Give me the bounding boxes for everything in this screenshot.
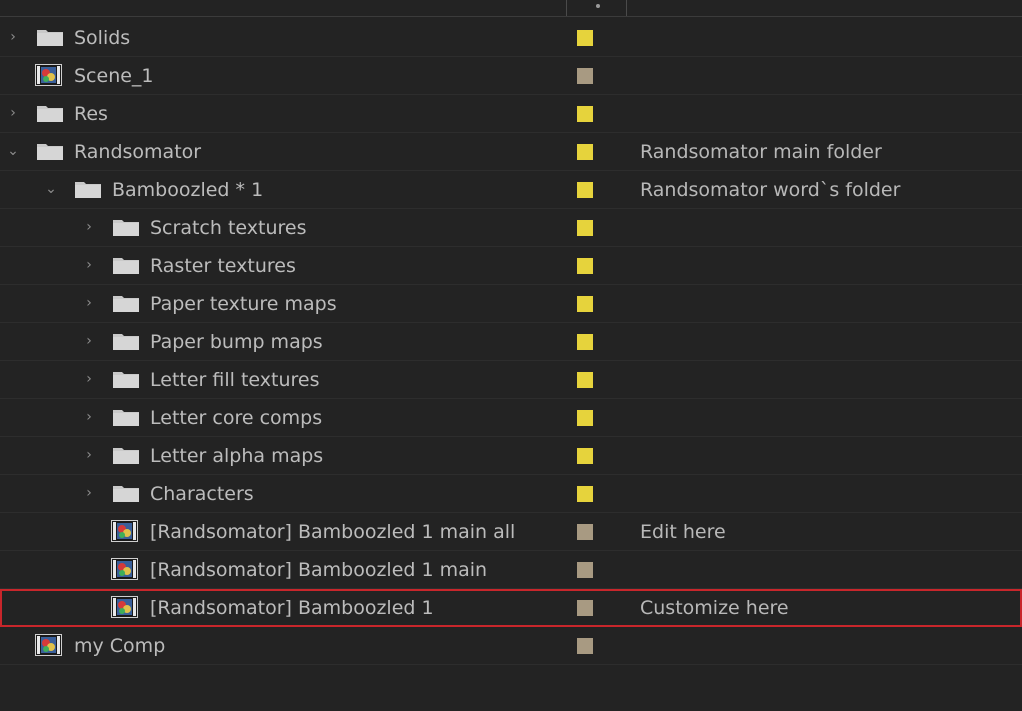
- folder-icon: [36, 104, 64, 123]
- label-color-swatch[interactable]: [577, 372, 593, 388]
- folder-row[interactable]: › Letter fill textures: [0, 361, 1022, 399]
- item-name[interactable]: Solids: [74, 26, 130, 50]
- folder-row[interactable]: › Solids: [0, 19, 1022, 57]
- folder-icon: [112, 256, 140, 275]
- item-name[interactable]: [Randsomator] Bamboozled 1: [150, 596, 434, 620]
- folder-row[interactable]: ⌄ Randsomator Randsomator main folder: [0, 133, 1022, 171]
- composition-row[interactable]: [Randsomator] Bamboozled 1 main: [0, 551, 1022, 589]
- folder-icon: [112, 294, 140, 313]
- item-comment[interactable]: Randsomator main folder: [640, 140, 882, 164]
- chevron-right-icon[interactable]: ›: [6, 28, 20, 46]
- item-comment[interactable]: Customize here: [640, 596, 789, 620]
- item-name[interactable]: Scratch textures: [150, 216, 306, 240]
- label-color-swatch[interactable]: [577, 410, 593, 426]
- item-name[interactable]: [Randsomator] Bamboozled 1 main all: [150, 520, 515, 544]
- composition-icon: [35, 634, 62, 656]
- folder-row[interactable]: › Letter alpha maps: [0, 437, 1022, 475]
- label-color-swatch[interactable]: [577, 106, 593, 122]
- item-comment[interactable]: Randsomator word`s folder: [640, 178, 900, 202]
- chevron-right-icon[interactable]: ›: [82, 256, 96, 274]
- project-panel: › Solids Scene_1 › Res ⌄ Randsomator Randsomato…: [0, 0, 1022, 711]
- item-name[interactable]: Letter core comps: [150, 406, 322, 430]
- item-name[interactable]: Bamboozled * 1: [112, 178, 263, 202]
- folder-icon: [74, 180, 102, 199]
- chevron-right-icon[interactable]: ›: [82, 332, 96, 350]
- chevron-right-icon[interactable]: ›: [82, 370, 96, 388]
- folder-icon: [112, 484, 140, 503]
- folder-icon: [112, 408, 140, 427]
- label-color-swatch[interactable]: [577, 144, 593, 160]
- label-color-swatch[interactable]: [577, 524, 593, 540]
- label-color-swatch[interactable]: [577, 258, 593, 274]
- label-color-swatch[interactable]: [577, 182, 593, 198]
- project-items-list: › Solids Scene_1 › Res ⌄ Randsomator Randsomato…: [0, 19, 1022, 665]
- chevron-right-icon[interactable]: ›: [82, 294, 96, 312]
- item-name[interactable]: my Comp: [74, 634, 165, 658]
- composition-row[interactable]: [Randsomator] Bamboozled 1 main all Edit …: [0, 513, 1022, 551]
- composition-icon: [35, 64, 62, 86]
- item-name[interactable]: Paper texture maps: [150, 292, 337, 316]
- folder-row[interactable]: ⌄ Bamboozled * 1 Randsomator word`s folder: [0, 171, 1022, 209]
- folder-icon: [112, 446, 140, 465]
- item-name[interactable]: Scene_1: [74, 64, 154, 88]
- composition-row[interactable]: my Comp: [0, 627, 1022, 665]
- label-color-swatch[interactable]: [577, 448, 593, 464]
- folder-row[interactable]: › Raster textures: [0, 247, 1022, 285]
- label-color-swatch[interactable]: [577, 486, 593, 502]
- folder-row[interactable]: › Letter core comps: [0, 399, 1022, 437]
- chevron-right-icon[interactable]: ›: [82, 408, 96, 426]
- folder-icon: [36, 142, 64, 161]
- chevron-down-icon[interactable]: ⌄: [44, 180, 58, 198]
- chevron-down-icon[interactable]: ⌄: [6, 142, 20, 160]
- label-color-swatch[interactable]: [577, 600, 593, 616]
- folder-icon: [36, 28, 64, 47]
- composition-icon: [111, 520, 138, 542]
- chevron-right-icon[interactable]: ›: [82, 446, 96, 464]
- item-comment[interactable]: Edit here: [640, 520, 726, 544]
- folder-icon: [112, 370, 140, 389]
- label-color-swatch[interactable]: [577, 296, 593, 312]
- item-name[interactable]: Characters: [150, 482, 254, 506]
- folder-row[interactable]: › Paper bump maps: [0, 323, 1022, 361]
- label-color-swatch[interactable]: [577, 562, 593, 578]
- composition-row[interactable]: Scene_1: [0, 57, 1022, 95]
- composition-icon: [111, 596, 138, 618]
- item-name[interactable]: Raster textures: [150, 254, 296, 278]
- label-color-swatch[interactable]: [577, 68, 593, 84]
- label-column-icon[interactable]: [596, 4, 600, 8]
- folder-row[interactable]: › Res: [0, 95, 1022, 133]
- label-color-swatch[interactable]: [577, 30, 593, 46]
- composition-row[interactable]: [Randsomator] Bamboozled 1 Customize here: [0, 589, 1022, 627]
- composition-icon: [111, 558, 138, 580]
- item-name[interactable]: Letter alpha maps: [150, 444, 323, 468]
- column-divider[interactable]: [566, 0, 567, 16]
- item-name[interactable]: [Randsomator] Bamboozled 1 main: [150, 558, 487, 582]
- item-name[interactable]: Letter fill textures: [150, 368, 319, 392]
- folder-icon: [112, 332, 140, 351]
- folder-row[interactable]: › Scratch textures: [0, 209, 1022, 247]
- folder-row[interactable]: › Paper texture maps: [0, 285, 1022, 323]
- label-color-swatch[interactable]: [577, 638, 593, 654]
- item-name[interactable]: Res: [74, 102, 108, 126]
- chevron-right-icon[interactable]: ›: [82, 218, 96, 236]
- folder-icon: [112, 218, 140, 237]
- column-divider[interactable]: [626, 0, 627, 16]
- chevron-right-icon[interactable]: ›: [82, 484, 96, 502]
- column-header: [0, 0, 1022, 17]
- chevron-right-icon[interactable]: ›: [6, 104, 20, 122]
- folder-row[interactable]: › Characters: [0, 475, 1022, 513]
- label-color-swatch[interactable]: [577, 220, 593, 236]
- label-color-swatch[interactable]: [577, 334, 593, 350]
- item-name[interactable]: Paper bump maps: [150, 330, 323, 354]
- item-name[interactable]: Randsomator: [74, 140, 201, 164]
